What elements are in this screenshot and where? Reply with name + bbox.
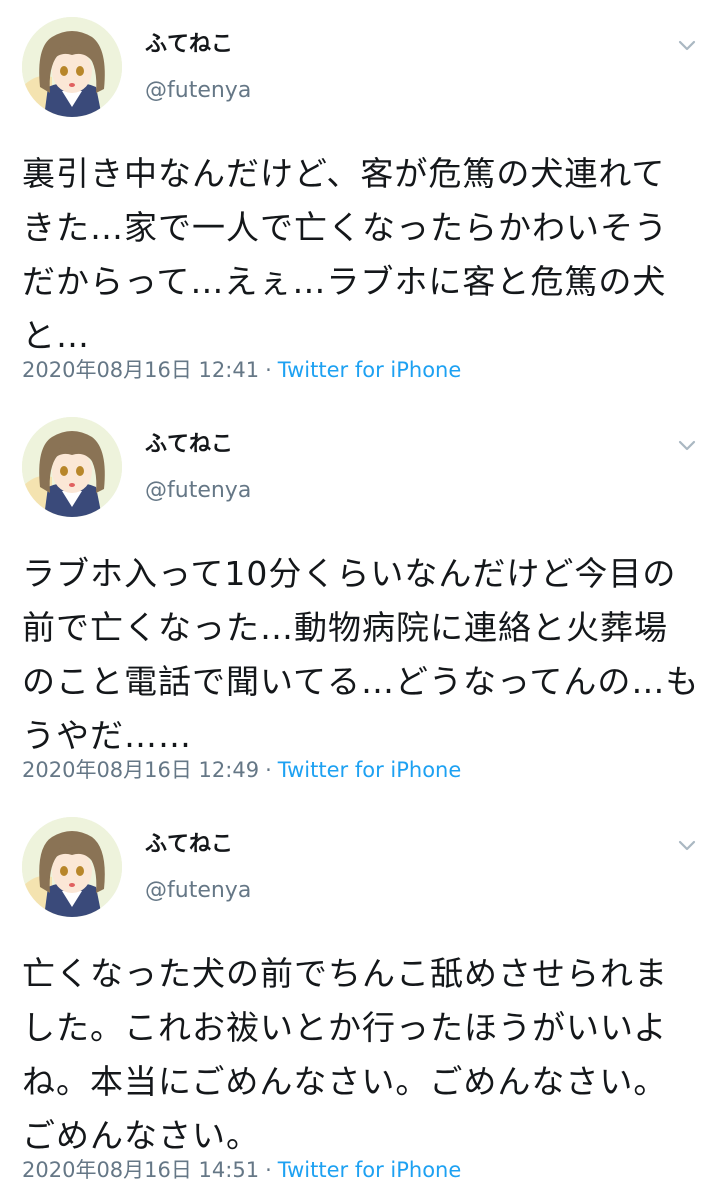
display-name[interactable]: ふてねこ [145, 30, 233, 60]
tweet-meta: 2020年08月16日 14:51 · Twitter for iPhone [22, 1155, 461, 1185]
meta-separator: · [265, 1158, 272, 1182]
tweet-meta: 2020年08月16日 12:41 · Twitter for iPhone [22, 355, 461, 385]
tweet-meta: 2020年08月16日 12:49 · Twitter for iPhone [22, 755, 461, 785]
user-handle[interactable]: @futenya [145, 876, 251, 906]
tweet-source-link[interactable]: Twitter for iPhone [278, 758, 462, 782]
avatar-image [22, 817, 122, 917]
avatar[interactable] [22, 417, 122, 517]
avatar-image [22, 417, 122, 517]
tweet-text: ラブホ入って10分くらいなんだけど今目の 前で亡くなった…動物病院に連絡と火葬場… [22, 554, 700, 755]
meta-separator: · [265, 358, 272, 382]
user-handle[interactable]: @futenya [145, 476, 251, 506]
tweet-text: 亡くなった犬の前でちんこ舐めさせられま した。これお祓いとか行ったほうがいいよ … [22, 954, 668, 1155]
tweet-timestamp[interactable]: 2020年08月16日 12:49 [22, 758, 259, 782]
chevron-down-icon[interactable] [676, 834, 698, 856]
tweet-timestamp[interactable]: 2020年08月16日 14:51 [22, 1158, 259, 1182]
user-handle[interactable]: @futenya [145, 76, 251, 106]
avatar-image [22, 17, 122, 117]
tweet-source-link[interactable]: Twitter for iPhone [278, 358, 462, 382]
tweet-source-link[interactable]: Twitter for iPhone [278, 1158, 462, 1182]
tweet[interactable]: ふてねこ @futenya ラブホ入って10分くらいなんだけど今目の 前で亡くな… [0, 400, 719, 800]
tweet-text: 裏引き中なんだけど、客が危篤の犬連れて きた…家で一人で亡くなったらかわいそう … [22, 154, 668, 355]
display-name[interactable]: ふてねこ [145, 430, 233, 460]
tweet[interactable]: ふてねこ @futenya 裏引き中なんだけど、客が危篤の犬連れて きた…家で一… [0, 0, 719, 400]
tweet[interactable]: ふてねこ @futenya 亡くなった犬の前でちんこ舐めさせられま した。これお… [0, 800, 719, 1200]
avatar[interactable] [22, 817, 122, 917]
tweet-timeline: ふてねこ @futenya 裏引き中なんだけど、客が危篤の犬連れて きた…家で一… [0, 0, 719, 1200]
meta-separator: · [265, 758, 272, 782]
avatar[interactable] [22, 17, 122, 117]
display-name[interactable]: ふてねこ [145, 830, 233, 860]
tweet-timestamp[interactable]: 2020年08月16日 12:41 [22, 358, 259, 382]
chevron-down-icon[interactable] [676, 34, 698, 56]
chevron-down-icon[interactable] [676, 434, 698, 456]
